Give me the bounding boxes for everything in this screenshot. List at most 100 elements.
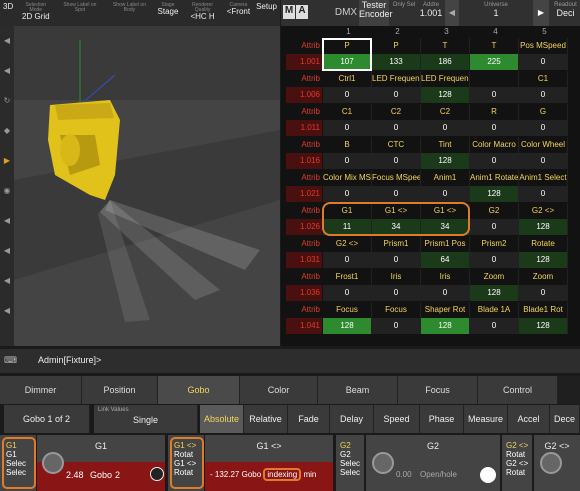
3d-viewport[interactable]: 3D Selection Mode 2D Grid Show Label on S…: [0, 0, 280, 346]
tool-icon-2[interactable]: ◀: [0, 66, 14, 78]
channel-value[interactable]: 128: [323, 318, 372, 334]
tool-icon-5[interactable]: ▶: [0, 156, 14, 168]
gobo-page-button[interactable]: Gobo 1 of 2: [4, 405, 90, 433]
fade-button[interactable]: Fade: [288, 405, 330, 433]
channel-value[interactable]: 128: [470, 285, 519, 301]
feature-beam[interactable]: Beam: [318, 376, 398, 404]
channel-label[interactable]: B: [323, 137, 372, 153]
channel-label[interactable]: Zoom: [470, 269, 519, 285]
channel-value[interactable]: 64: [421, 252, 470, 268]
channel-label[interactable]: Zoom: [519, 269, 568, 285]
keyboard-icon[interactable]: ⌨: [4, 355, 17, 366]
channel-label[interactable]: Focus: [323, 302, 372, 318]
channel-label[interactable]: Rotate: [519, 236, 568, 252]
channel-value[interactable]: 0: [470, 87, 519, 103]
selection-mode[interactable]: Selection Mode 2D Grid: [16, 0, 55, 26]
channel-value[interactable]: 0: [372, 285, 421, 301]
decel-button[interactable]: Dece: [550, 405, 580, 433]
channel-label[interactable]: Prism2: [470, 236, 519, 252]
channel-label[interactable]: G2: [470, 203, 519, 219]
channel-value[interactable]: 128: [519, 318, 568, 334]
channel-label[interactable]: Color Macro: [470, 137, 519, 153]
channel-label[interactable]: LED Frequency: [372, 71, 421, 87]
channel-label[interactable]: Prism1: [372, 236, 421, 252]
universe-field[interactable]: Universe 1: [461, 0, 531, 26]
channel-value[interactable]: 128: [519, 219, 568, 235]
channel-value[interactable]: 225: [470, 54, 519, 70]
channel-label[interactable]: Focus: [372, 302, 421, 318]
channel-label[interactable]: [470, 71, 519, 87]
feature-dimmer[interactable]: Dimmer: [0, 376, 82, 404]
channel-value[interactable]: 0: [470, 120, 519, 136]
channel-value[interactable]: 186: [421, 54, 470, 70]
renderer-quality[interactable]: Renderer Quality <HC H: [181, 0, 223, 26]
channel-value[interactable]: 0: [323, 186, 372, 202]
channel-value[interactable]: 0: [519, 186, 568, 202]
feature-control[interactable]: Control: [478, 376, 558, 404]
channel-label[interactable]: Blade1 Rot: [519, 302, 568, 318]
show-label-body[interactable]: Show Label on Body: [104, 0, 154, 26]
channel-label[interactable]: Frost1: [323, 269, 372, 285]
channel-value[interactable]: 0: [372, 153, 421, 169]
channel-value[interactable]: 0: [519, 87, 568, 103]
channel-value[interactable]: 128: [421, 153, 470, 169]
channel-value[interactable]: 0: [323, 252, 372, 268]
channel-label[interactable]: Anim1 Select: [519, 170, 568, 186]
channel-value[interactable]: 0: [519, 285, 568, 301]
universe-prev-icon[interactable]: ◀: [445, 0, 459, 26]
tool-icon-3[interactable]: ↻: [0, 96, 14, 108]
channel-label[interactable]: C1: [519, 71, 568, 87]
channel-label[interactable]: G2 <>: [519, 203, 568, 219]
address-field[interactable]: Addre 1.001: [419, 0, 443, 26]
channel-label[interactable]: Pos MSpeed: [519, 38, 568, 54]
a-icon[interactable]: A: [296, 5, 308, 19]
channel-value[interactable]: 0: [421, 285, 470, 301]
command-line[interactable]: ⌨ Admin[Fixture]>: [0, 349, 580, 373]
feature-focus[interactable]: Focus: [398, 376, 478, 404]
channel-value[interactable]: 0: [372, 186, 421, 202]
measure-button[interactable]: Measure: [464, 405, 508, 433]
setup-button[interactable]: Setup: [253, 0, 280, 26]
channel-value[interactable]: 0: [421, 120, 470, 136]
channel-label[interactable]: CTC: [372, 137, 421, 153]
channel-value[interactable]: 0: [470, 219, 519, 235]
channel-label[interactable]: Color Mix MSpeed: [323, 170, 372, 186]
channel-label[interactable]: Iris: [372, 269, 421, 285]
tool-icon-6[interactable]: ◉: [0, 186, 14, 198]
encoder3-knob-icon[interactable]: [372, 452, 394, 474]
tester-encoder-button[interactable]: Tester Encoder: [359, 0, 393, 26]
channel-value[interactable]: 0: [372, 120, 421, 136]
delay-button[interactable]: Delay: [330, 405, 374, 433]
speed-button[interactable]: Speed: [374, 405, 420, 433]
channel-label[interactable]: Iris: [421, 269, 470, 285]
only-selected-button[interactable]: Only Sel: [391, 0, 417, 26]
feature-position[interactable]: Position: [82, 376, 158, 404]
encoder4-knob-icon[interactable]: [540, 452, 562, 474]
channel-value[interactable]: 0: [323, 285, 372, 301]
channel-label[interactable]: Shaper Rot: [421, 302, 470, 318]
channel-value[interactable]: 0: [372, 318, 421, 334]
channel-label[interactable]: Blade 1A: [470, 302, 519, 318]
channel-label[interactable]: G2 <>: [323, 236, 372, 252]
absolute-button[interactable]: Absolute: [200, 405, 244, 433]
channel-value[interactable]: 133: [372, 54, 421, 70]
channel-label[interactable]: T: [470, 38, 519, 54]
channel-value[interactable]: 0: [372, 252, 421, 268]
camera-select[interactable]: Camera <Front: [224, 0, 253, 26]
tool-icon-8[interactable]: ◀: [0, 246, 14, 258]
channel-value[interactable]: 0: [421, 186, 470, 202]
link-values-select[interactable]: Link Values Single: [94, 405, 198, 433]
channel-value[interactable]: 128: [519, 252, 568, 268]
channel-value[interactable]: 0: [519, 54, 568, 70]
channel-value[interactable]: 0: [519, 120, 568, 136]
channel-label[interactable]: C1: [323, 104, 372, 120]
channel-label[interactable]: C2: [372, 104, 421, 120]
channel-value[interactable]: 0: [470, 318, 519, 334]
phase-button[interactable]: Phase: [420, 405, 464, 433]
channel-value[interactable]: 0: [323, 87, 372, 103]
tool-icon-10[interactable]: ◀: [0, 306, 14, 318]
channel-label[interactable]: LED Frequency: [421, 71, 470, 87]
channel-label[interactable]: Tint: [421, 137, 470, 153]
tab-3d[interactable]: 3D: [0, 0, 16, 26]
channel-label[interactable]: T: [421, 38, 470, 54]
